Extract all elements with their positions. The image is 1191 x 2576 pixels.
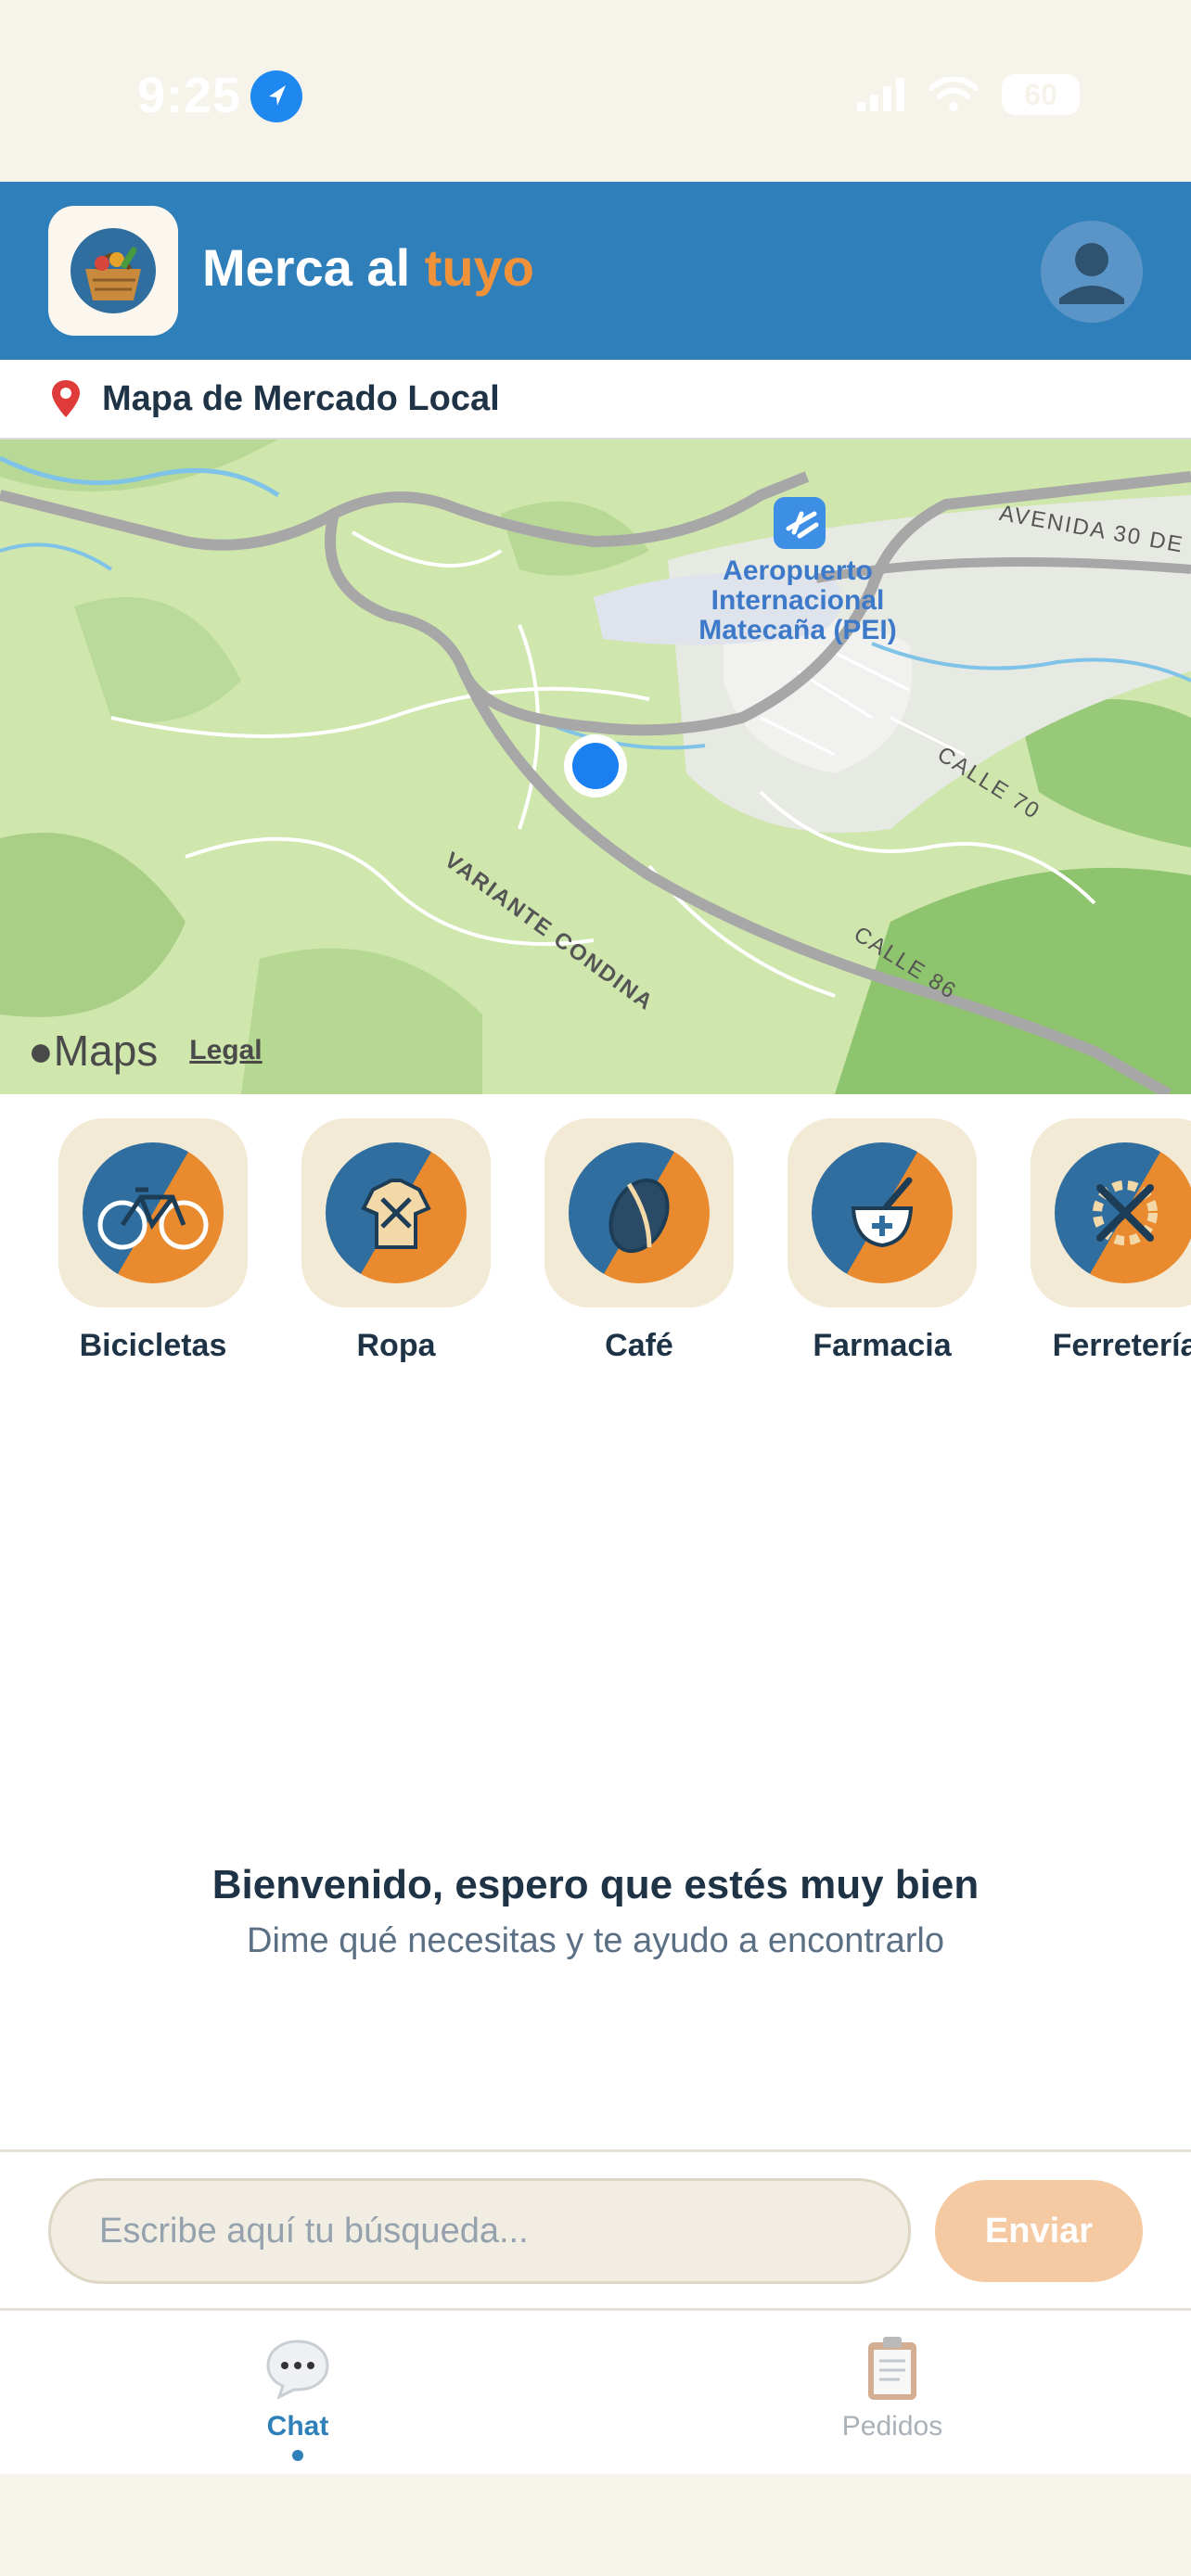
category-label: Bicicletas [79,1328,227,1363]
tab-label: Pedidos [841,2411,943,2442]
category-tile [301,1118,491,1307]
tab-label: Chat [266,2411,329,2442]
map-attribution: ●Maps Legal [28,1026,263,1076]
category-tile [58,1118,248,1307]
category-tile [788,1118,977,1307]
app-title-main: Merca al [202,238,425,297]
category-label: Ferretería [1052,1328,1191,1363]
search-input[interactable] [48,2178,911,2284]
app-title: Merca al tuyo [202,237,534,298]
category-tile [1031,1118,1191,1307]
category-carousel[interactable]: Bicicletas Ropa Café Farmacia Ferretería [0,1094,1191,1372]
category-label: Café [605,1328,673,1363]
clipboard-icon [753,2335,1031,2402]
pharmacy-icon [812,1142,953,1283]
tab-chat[interactable]: Chat [159,2335,437,2461]
map-pin-icon [52,380,80,417]
tab-bar: Chat Pedidos [0,2311,1191,2474]
category-ferreteria[interactable]: Ferretería [1028,1118,1191,1364]
apple-logo-icon: ● [28,1027,54,1075]
user-icon [1059,243,1124,304]
message-composer: Enviar [0,2149,1191,2311]
maps-brand: ●Maps [28,1027,159,1075]
category-label: Farmacia [813,1328,952,1363]
map-section-title: Mapa de Mercado Local [102,378,500,418]
chat-area: Bienvenido, espero que estés muy bien Di… [0,1372,1191,2149]
welcome-subtitle: Dime qué necesitas y te ayudo a encontra… [247,1921,944,1960]
map-section-header: Mapa de Mercado Local [0,360,1191,440]
app-title-accent: tuyo [424,238,534,297]
app-logo [48,206,178,336]
status-indicators: 60 [857,74,1080,115]
hardware-tools-icon [1055,1142,1191,1283]
category-tile [544,1118,734,1307]
airport-label: Aeropuerto Internacional Matecaña (PEI) [649,556,946,645]
coffee-bean-icon [569,1142,710,1283]
airport-label-line1: Aeropuerto [723,555,873,586]
status-bar: 9:25 60 [0,0,1191,182]
send-button[interactable]: Enviar [935,2180,1143,2282]
wifi-icon [929,77,978,111]
welcome-title: Bienvenido, espero que estés muy bien [211,1862,980,1907]
maps-legal-link[interactable]: Legal [189,1035,262,1066]
market-basket-icon [70,228,156,313]
active-tab-indicator [292,2450,303,2461]
category-bicicletas[interactable]: Bicicletas [56,1118,250,1364]
category-farmacia[interactable]: Farmacia [785,1118,980,1364]
clothing-icon [326,1142,467,1283]
app-header: Merca al tuyo [0,182,1191,360]
user-avatar-button[interactable] [1041,221,1143,323]
chat-bubble-icon [159,2335,437,2402]
category-ropa[interactable]: Ropa [299,1118,493,1364]
airport-label-line2: Internacional [711,585,885,616]
airport-label-line3: Matecaña (PEI) [698,615,897,645]
status-time: 9:25 [137,68,242,123]
map-canvas [0,440,1191,1094]
battery-icon: 60 [1002,74,1080,115]
home-indicator-area [0,2474,1191,2576]
cellular-signal-icon [857,78,904,111]
bicycle-icon [83,1142,224,1283]
local-market-map[interactable]: Aeropuerto Internacional Matecaña (PEI) … [0,440,1191,1094]
tab-pedidos[interactable]: Pedidos [753,2335,1031,2442]
category-cafe[interactable]: Café [542,1118,736,1364]
location-arrow-icon [250,70,302,122]
category-label: Ropa [356,1328,436,1363]
